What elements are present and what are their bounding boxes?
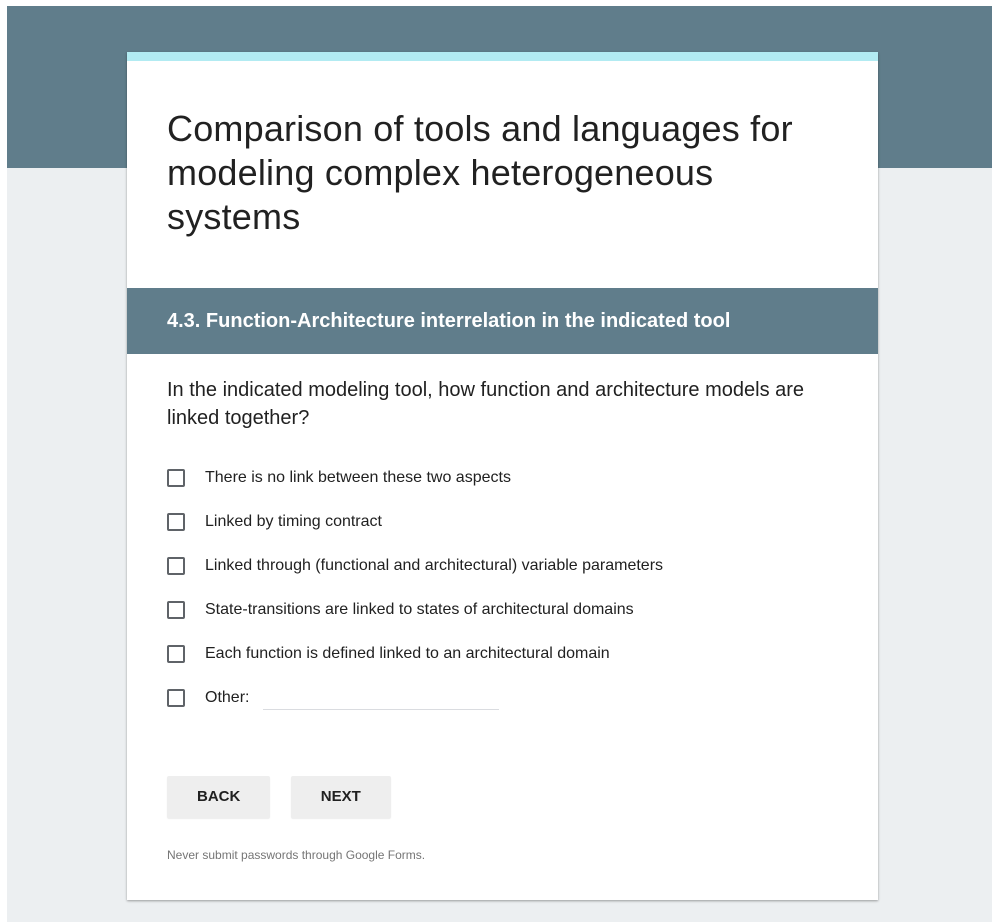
option-no-link[interactable]: There is no link between these two aspec…: [167, 456, 847, 500]
option-label: State-transitions are linked to states o…: [205, 601, 634, 618]
option-function-domain[interactable]: Each function is defined linked to an ar…: [167, 632, 847, 676]
other-text-input[interactable]: [263, 686, 500, 710]
option-label: There is no link between these two aspec…: [205, 469, 511, 486]
option-timing-contract[interactable]: Linked by timing contract: [167, 500, 847, 544]
password-disclaimer: Never submit passwords through Google Fo…: [167, 848, 426, 862]
section-header: 4.3. Function-Architecture interrelation…: [127, 288, 878, 354]
form-card: Comparison of tools and languages for mo…: [127, 52, 878, 900]
navigation-buttons: BACK NEXT: [167, 776, 407, 818]
form-title: Comparison of tools and languages for mo…: [167, 108, 793, 237]
option-state-transitions[interactable]: State-transitions are linked to states o…: [167, 588, 847, 632]
question-text: In the indicated modeling tool, how func…: [167, 379, 805, 429]
card-accent-bar: [127, 52, 878, 61]
next-button[interactable]: NEXT: [290, 776, 391, 818]
checkbox[interactable]: [167, 601, 185, 619]
option-other[interactable]: Other:: [167, 676, 847, 720]
option-label: Each function is defined linked to an ar…: [205, 645, 610, 662]
checkbox[interactable]: [167, 469, 185, 487]
checkbox[interactable]: [167, 513, 185, 531]
option-label: Linked by timing contract: [205, 513, 382, 530]
option-variable-parameters[interactable]: Linked through (functional and architect…: [167, 544, 847, 588]
other-label: Other:: [205, 689, 250, 706]
checkbox-group: There is no link between these two aspec…: [167, 456, 847, 720]
option-label: Linked through (functional and architect…: [205, 557, 664, 574]
back-button[interactable]: BACK: [167, 776, 271, 818]
checkbox[interactable]: [167, 689, 185, 707]
checkbox[interactable]: [167, 645, 185, 663]
checkbox[interactable]: [167, 557, 185, 575]
